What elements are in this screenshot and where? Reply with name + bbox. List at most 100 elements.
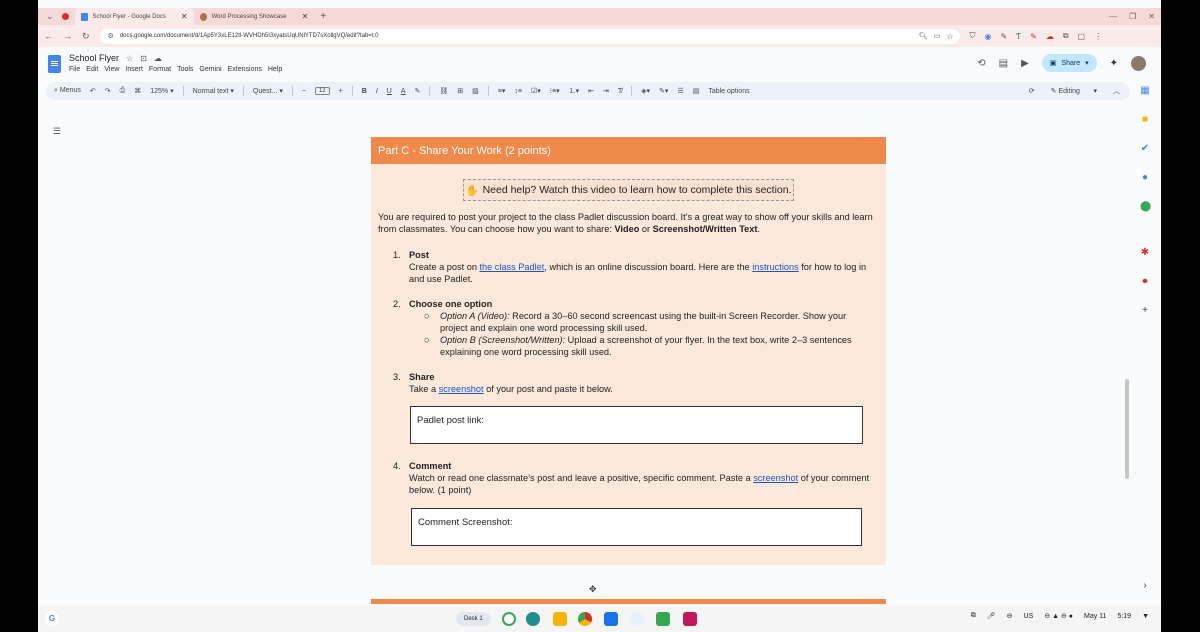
align-icon[interactable]: ≡▾	[498, 87, 506, 95]
editing-mode-select[interactable]: ✎ Editing ▾	[1051, 87, 1097, 95]
zoom-search-icon[interactable]: 🔍︎	[919, 32, 928, 40]
close-tab-icon[interactable]: ✕	[302, 12, 309, 21]
minimize-icon[interactable]: —	[1109, 12, 1117, 21]
files-app-icon[interactable]	[604, 612, 618, 626]
table-move-icon[interactable]: ✥	[589, 584, 597, 595]
outline-icon[interactable]: ☰	[53, 126, 61, 137]
collapse-toolbar-icon[interactable]: ︿	[1113, 86, 1120, 96]
launcher-icon[interactable]: G	[45, 612, 59, 626]
color-extension-icon[interactable]: ◉	[985, 32, 992, 41]
canvas-app-icon[interactable]	[683, 612, 697, 626]
cast-icon[interactable]: ▭	[934, 32, 941, 40]
menu-insert[interactable]: Insert	[125, 66, 143, 73]
menu-help[interactable]: Help	[268, 66, 282, 73]
instructions-link[interactable]: instructions	[752, 262, 798, 272]
redo-icon[interactable]: ↷	[105, 87, 111, 95]
close-tab-icon[interactable]: ✕	[181, 12, 188, 21]
shield-extension-icon[interactable]: ⛉	[970, 31, 976, 41]
document-page[interactable]: Part C - Share Your Work (2 points) ✋ Ne…	[371, 137, 886, 565]
tab-school-flyer[interactable]: School Flyer - Google Docs ✕	[74, 8, 194, 25]
tasks-icon[interactable]: ✔	[1140, 144, 1150, 154]
menu-file[interactable]: File	[69, 66, 80, 73]
paint-format-icon[interactable]: ⌘	[134, 87, 141, 95]
line-spacing-icon[interactable]: ↕≡	[514, 88, 522, 95]
print-icon[interactable]: ⎙	[120, 87, 126, 95]
microphone-icon[interactable]: 🎤︎	[987, 612, 996, 620]
asterisk-addon-icon[interactable]: ✱	[1140, 248, 1150, 258]
forward-icon[interactable]: →	[63, 31, 72, 41]
underline-icon[interactable]: U	[387, 88, 392, 95]
address-bar[interactable]: ⚙ docs.google.com/document/d/1Ap5Y3xLE12…	[99, 28, 960, 44]
screenshot-link[interactable]: screenshot	[753, 473, 798, 483]
menu-gemini[interactable]: Gemini	[199, 66, 221, 73]
font-size-input[interactable]: 12	[314, 87, 330, 95]
highlight-icon[interactable]: ✎	[415, 87, 421, 95]
language-indicator[interactable]: US	[1024, 613, 1034, 620]
docs-logo-icon[interactable]	[48, 55, 61, 73]
insert-image-icon[interactable]: ▨	[472, 87, 479, 95]
contacts-icon[interactable]: ●	[1140, 173, 1150, 183]
help-video-box[interactable]: ✋ Need help? Watch this video to learn h…	[463, 179, 794, 201]
padlet-link[interactable]: the class Padlet	[479, 262, 544, 272]
undo-icon[interactable]: ↶	[90, 87, 96, 95]
fill-color-icon[interactable]: ◈▾	[641, 87, 650, 95]
date[interactable]: May 11	[1084, 613, 1106, 620]
menu-extensions[interactable]: Extensions	[228, 66, 262, 73]
cloud-status-icon[interactable]: ☁	[154, 54, 162, 63]
reload-icon[interactable]: ↻	[82, 31, 90, 42]
keep-icon[interactable]: ■	[1140, 115, 1150, 125]
chrome-app-icon[interactable]	[578, 612, 592, 626]
meet-icon[interactable]: ▶	[1021, 58, 1029, 69]
chevron-down-icon[interactable]: ▾	[1085, 59, 1089, 67]
cloud-extension-icon[interactable]: ☁	[1046, 32, 1054, 41]
status-tray[interactable]: ⧉ 🎤︎ ⊖ US ⊖ ▲ ⊖ ● May 11 5:19 ▼	[971, 612, 1149, 620]
comment-screenshot-box[interactable]: Comment Screenshot:	[411, 508, 862, 546]
profile-square-icon[interactable]: ▢	[1078, 32, 1086, 41]
move-folder-icon[interactable]: ⊡	[140, 54, 147, 63]
increase-font-icon[interactable]: +	[339, 88, 343, 95]
border-dash-icon[interactable]: ▤	[693, 87, 700, 95]
vertical-scrollbar[interactable]	[1125, 379, 1129, 479]
maps-icon[interactable]: ⬤	[1140, 202, 1151, 212]
border-color-icon[interactable]: ✎▾	[659, 87, 668, 95]
star-icon[interactable]: ☆	[126, 54, 133, 63]
restore-icon[interactable]: ❐	[1129, 12, 1136, 21]
increase-indent-icon[interactable]: ⇥	[603, 87, 609, 95]
expand-panel-icon[interactable]: ›	[1140, 581, 1150, 591]
menu-format[interactable]: Format	[149, 66, 171, 73]
menu-view[interactable]: View	[104, 66, 119, 73]
classroom-app-icon[interactable]	[526, 612, 540, 626]
padlet-link-box[interactable]: Padlet post link:	[410, 406, 863, 444]
tab-word-processing[interactable]: Word Processing Showcase ✕	[194, 8, 315, 25]
avatar[interactable]	[1131, 55, 1146, 71]
do-not-disturb-icon[interactable]: ⊖	[1007, 612, 1013, 620]
record-icon[interactable]	[61, 13, 69, 20]
document-title[interactable]: School Flyer	[69, 53, 119, 63]
sheets-app-icon[interactable]	[656, 612, 670, 626]
font-select[interactable]: Quest... ▾	[253, 87, 283, 95]
new-tab-button[interactable]: +	[314, 11, 332, 22]
keep-app-icon[interactable]	[553, 612, 567, 626]
clear-formatting-icon[interactable]: T̸	[618, 88, 622, 95]
menu-tools[interactable]: Tools	[177, 66, 193, 73]
bookmark-star-icon[interactable]: ☆	[946, 32, 953, 41]
close-window-icon[interactable]: ✕	[1148, 12, 1155, 21]
menus-search[interactable]: ⌕ Menus	[54, 87, 81, 95]
document-canvas[interactable]: ☰ Part C - Share Your Work (2 points) ✋ …	[38, 101, 1131, 606]
table-options-button[interactable]: Table options	[708, 88, 749, 95]
comments-icon[interactable]: ▤	[999, 58, 1008, 69]
style-select[interactable]: Normal text ▾	[193, 87, 234, 95]
desk-switcher[interactable]: Desk 1	[456, 612, 491, 626]
checklist-icon[interactable]: ☑▾	[531, 87, 541, 95]
link-icon[interactable]: ⛓	[439, 87, 448, 95]
add-comment-icon[interactable]: ⊞	[457, 87, 463, 95]
marker-extension-icon[interactable]: ✎	[1030, 32, 1037, 41]
back-icon[interactable]: ←	[44, 31, 53, 41]
calendar-icon[interactable]: ▦	[1140, 86, 1150, 96]
mic-addon-icon[interactable]: ⏺	[1140, 277, 1150, 287]
puzzle-extensions-icon[interactable]: ⧉	[1063, 31, 1069, 41]
share-button[interactable]: ▣ Share ▾	[1041, 54, 1097, 72]
version-history-icon[interactable]: ⟲	[977, 58, 985, 69]
browser-menu-icon[interactable]: ⋮	[1094, 32, 1102, 41]
bulleted-list-icon[interactable]: ⁝≡▾	[550, 87, 560, 95]
